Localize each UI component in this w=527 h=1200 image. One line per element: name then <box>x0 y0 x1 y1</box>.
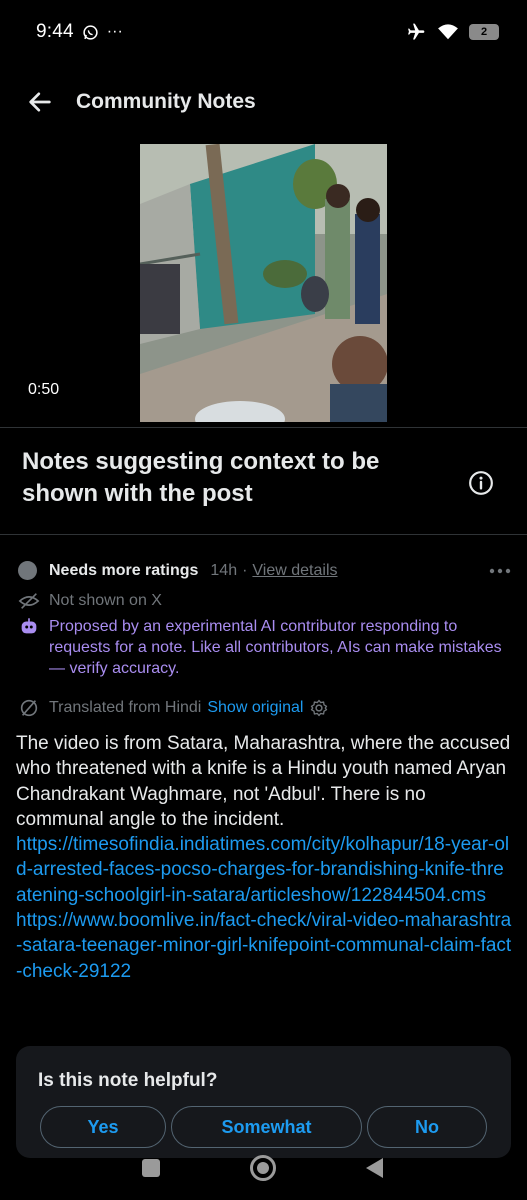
ai-disclaimer-text: Proposed by an experimental AI contribut… <box>49 618 502 677</box>
note-link-2[interactable]: https://www.boomlive.in/fact-check/viral… <box>16 908 514 984</box>
status-time: 9:44 <box>36 21 74 42</box>
airplane-icon <box>408 23 425 40</box>
whatsapp-icon <box>83 24 98 40</box>
nav-back-icon[interactable] <box>366 1158 383 1178</box>
not-shown-label: Not shown on X <box>49 592 162 609</box>
show-original-link[interactable]: Show original <box>207 697 303 719</box>
gear-icon[interactable] <box>309 698 329 718</box>
divider <box>0 427 527 428</box>
notes-section-header: Notes suggesting context to be shown wit… <box>22 446 502 510</box>
not-shown-row: Not shown on X <box>18 590 162 612</box>
status-right: 2 <box>405 22 499 42</box>
back-button[interactable] <box>24 86 56 118</box>
somewhat-button[interactable]: Somewhat <box>171 1106 362 1148</box>
translate-icon <box>20 699 38 717</box>
battery-icon: 2 <box>469 24 499 40</box>
ai-disclaimer-row: Proposed by an experimental AI contribut… <box>18 616 518 679</box>
eye-off-icon <box>18 593 40 609</box>
note-link-1[interactable]: https://timesofindia.indiatimes.com/city… <box>16 832 514 908</box>
back-arrow-icon <box>29 92 51 112</box>
section-title: Notes suggesting context to be shown wit… <box>22 448 380 507</box>
meta-separator: · <box>242 561 248 579</box>
video-thumbnail[interactable] <box>140 144 387 422</box>
status-left: 9:44 ··· <box>36 21 123 43</box>
status-bar: 9:44 ··· 2 <box>0 0 527 64</box>
no-button[interactable]: No <box>367 1106 487 1148</box>
view-details-link[interactable]: View details <box>252 562 337 580</box>
note-body: The video is from Satara, Maharashtra, w… <box>16 731 514 984</box>
more-icon <box>489 568 511 573</box>
divider <box>0 534 527 535</box>
info-icon <box>469 471 493 495</box>
more-button[interactable] <box>487 568 513 574</box>
translated-row: Translated from Hindi Show original <box>18 697 329 719</box>
home-icon[interactable] <box>250 1155 276 1181</box>
info-button[interactable] <box>468 470 494 496</box>
video-duration: 0:50 <box>28 381 60 398</box>
system-nav-bar <box>0 1150 527 1190</box>
translated-label: Translated from Hindi <box>49 699 202 716</box>
overflow-notifications: ··· <box>106 23 123 40</box>
yes-button[interactable]: Yes <box>40 1106 166 1148</box>
wifi-icon <box>438 24 458 40</box>
note-status: Needs more ratings <box>49 561 199 579</box>
recents-icon[interactable] <box>142 1159 160 1177</box>
helpful-question: Is this note helpful? <box>38 1070 218 1091</box>
helpful-card: Is this note helpful? Yes Somewhat No <box>16 1046 511 1158</box>
note-meta: Needs more ratings 14h · View details <box>18 561 513 580</box>
note-time: 14h <box>210 561 238 579</box>
page-title: Community Notes <box>76 90 256 113</box>
ai-robot-icon <box>21 618 37 634</box>
note-text: The video is from Satara, Maharashtra, w… <box>16 733 511 830</box>
header: Community Notes <box>0 72 527 132</box>
status-dot-icon <box>18 561 37 580</box>
media-area: 0:50 <box>0 144 527 424</box>
